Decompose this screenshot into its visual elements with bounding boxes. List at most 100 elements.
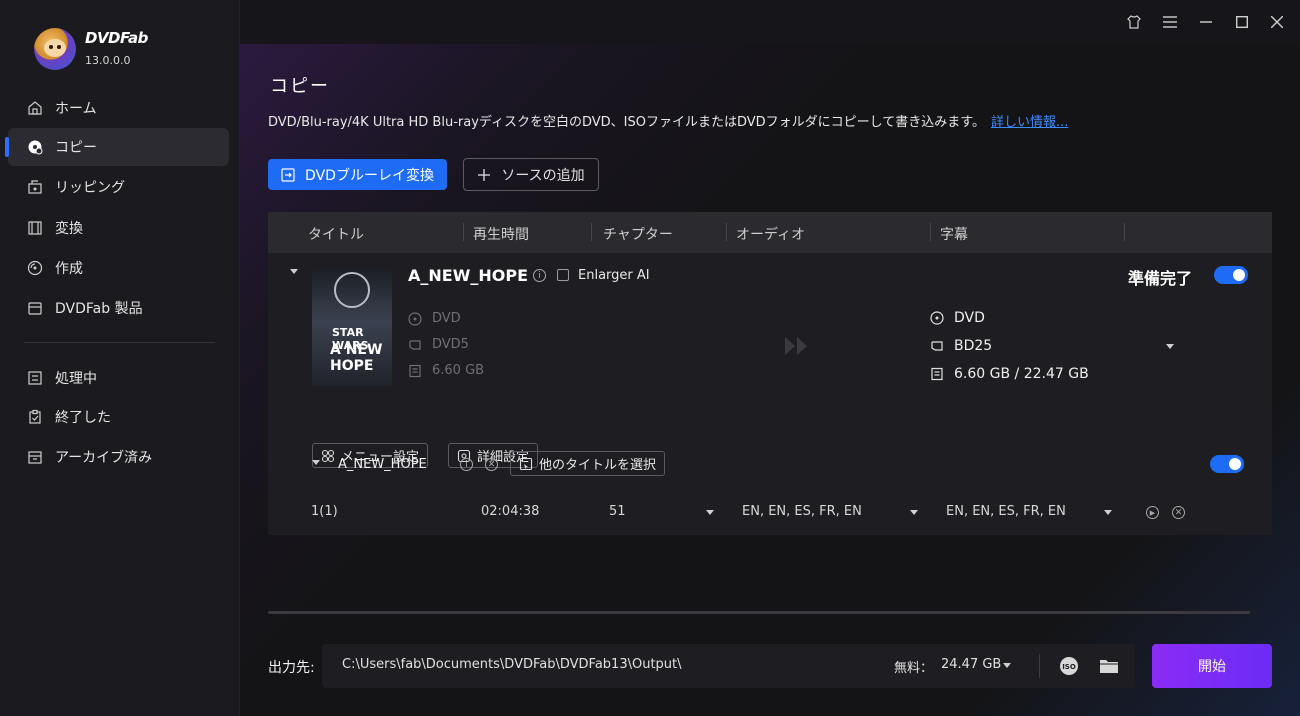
button-label: 他のタイトルを選択	[539, 458, 657, 473]
skin-icon[interactable]	[1125, 13, 1143, 31]
start-button[interactable]: 開始	[1152, 644, 1272, 688]
target-size-value: 6.60 GB / 22.47 GB	[954, 366, 1089, 382]
disc-enable-toggle[interactable]	[1214, 266, 1248, 284]
source-size-value: 6.60 GB	[432, 363, 485, 378]
sidebar-item-create[interactable]: 作成	[8, 249, 229, 287]
page-description: DVD/Blu-ray/4K Ultra HD Blu-rayディスクを空白のD…	[268, 111, 1068, 130]
play-icon[interactable]: ▶	[1146, 506, 1159, 519]
disc-cover-image: STAR WARS A NEW HOPE	[312, 268, 392, 386]
size-icon	[930, 367, 944, 381]
source-type: DVD5	[408, 337, 469, 352]
menu-icon[interactable]	[1161, 13, 1179, 31]
column-header-chapters: チャプター	[603, 227, 673, 243]
remove-title-icon[interactable]: ✕	[485, 458, 498, 471]
table-header: タイトル 再生時間 チャプター オーディオ 字幕	[268, 212, 1272, 253]
output-label: 出力先:	[268, 660, 315, 676]
disc-title: A_NEW_HOPE	[408, 266, 528, 285]
chevron-down-icon	[706, 510, 714, 515]
add-source-button[interactable]: ソースの追加	[463, 158, 599, 191]
column-header-audio: オーディオ	[736, 227, 806, 243]
maximize-icon[interactable]	[1233, 13, 1251, 31]
brand-name: DVDFab	[85, 29, 148, 47]
home-icon	[27, 100, 43, 116]
free-space-label: 無料：	[894, 661, 934, 676]
products-icon	[27, 300, 43, 316]
column-header-duration: 再生時間	[473, 227, 529, 243]
sidebar-item-label: 処理中	[55, 371, 97, 387]
source-type-value: DVD5	[432, 337, 469, 352]
column-divider	[463, 223, 464, 241]
sidebar-item-convert[interactable]: 変換	[8, 209, 229, 247]
page-title: コピー	[270, 76, 330, 97]
output-path: C:\Users\fab\Documents\DVDFab\DVDFab13\O…	[342, 657, 682, 672]
more-info-link[interactable]: 詳しい情報...	[991, 115, 1068, 130]
archive-icon	[27, 449, 43, 465]
column-header-title: タイトル	[308, 227, 364, 243]
collapse-disc-toggle[interactable]	[290, 269, 298, 274]
select-other-title-button[interactable]: 他のタイトルを選択	[510, 451, 666, 476]
info-icon[interactable]: i	[533, 269, 546, 282]
disc-type-icon	[408, 338, 422, 352]
sidebar-item-processing[interactable]: 処理中	[8, 359, 229, 397]
svg-text:ISO: ISO	[1062, 663, 1076, 671]
sidebar-divider	[24, 342, 215, 343]
output-divider	[1039, 654, 1040, 678]
target-size: 6.60 GB / 22.47 GB	[930, 366, 1089, 382]
target-format-value: DVD	[954, 310, 985, 326]
size-icon	[408, 364, 422, 378]
sidebar-item-label: ホーム	[55, 101, 97, 117]
target-type-select[interactable]: BD25	[930, 338, 1174, 354]
sidebar-item-home[interactable]: ホーム	[8, 89, 229, 127]
sidebar-item-products[interactable]: DVDFab 製品	[8, 289, 229, 327]
sidebar-item-archived[interactable]: アーカイブ済み	[8, 438, 229, 476]
enlarger-ai-checkbox[interactable]	[557, 269, 569, 281]
folder-icon[interactable]	[1099, 657, 1119, 679]
source-format-value: DVD	[432, 311, 461, 326]
sidebar: DVDFab 13.0.0.0 ホーム コピー リッピング 変換 作成 DVDF…	[0, 0, 240, 716]
sidebar-item-label: DVDFab 製品	[55, 301, 143, 317]
column-divider	[930, 223, 931, 241]
dvd-bluray-convert-button[interactable]: DVDブルーレイ変換	[268, 159, 447, 190]
audio-select[interactable]: EN, EN, ES, FR, EN	[742, 504, 918, 519]
row-title-number: 1(1)	[311, 504, 338, 519]
sidebar-item-finished[interactable]: 終了した	[8, 398, 229, 436]
iso-output-icon[interactable]: ISO	[1059, 656, 1079, 680]
convert-arrow-icon	[783, 335, 823, 361]
plus-icon	[477, 168, 491, 182]
sidebar-item-ripping[interactable]: リッピング	[8, 168, 229, 206]
convert-icon	[281, 167, 295, 182]
cover-text-large: A NEW HOPE	[330, 342, 383, 374]
source-format: DVD	[408, 311, 461, 326]
title-enable-toggle[interactable]	[1210, 455, 1244, 473]
select-title-icon	[519, 457, 533, 471]
chapters-select[interactable]: 51	[609, 504, 714, 519]
subtitles-select[interactable]: EN, EN, ES, FR, EN	[946, 504, 1112, 519]
close-icon[interactable]	[1268, 13, 1286, 31]
target-format: DVD	[930, 310, 985, 326]
chevron-down-icon[interactable]	[1003, 663, 1011, 668]
column-header-subtitles: 字幕	[940, 227, 968, 243]
status-badge: 準備完了	[1128, 269, 1193, 288]
minimize-icon[interactable]	[1197, 13, 1215, 31]
cover-emblem	[334, 272, 370, 308]
title-name: A_NEW_HOPE	[338, 457, 427, 472]
info-icon[interactable]: i	[460, 458, 473, 471]
main-content: コピー DVD/Blu-ray/4K Ultra HD Blu-rayディスクを…	[240, 44, 1300, 716]
sidebar-item-label: アーカイブ済み	[55, 450, 153, 466]
collapse-title-toggle[interactable]	[312, 460, 320, 465]
free-space-value: 24.47 GB	[941, 657, 1002, 672]
output-path-box[interactable]: C:\Users\fab\Documents\DVDFab\DVDFab13\O…	[322, 644, 1135, 688]
remove-row-icon[interactable]: ✕	[1172, 506, 1185, 519]
target-type-value: BD25	[954, 338, 993, 354]
create-disc-icon	[27, 260, 43, 276]
app-logo	[34, 28, 76, 70]
sidebar-item-copy[interactable]: コピー	[5, 128, 229, 166]
row-duration: 02:04:38	[481, 504, 540, 519]
disc-copy-icon	[27, 139, 43, 155]
app-version: 13.0.0.0	[85, 54, 131, 67]
queue-icon	[27, 370, 43, 386]
progress-track	[268, 611, 1250, 614]
chevron-down-icon	[1104, 510, 1112, 515]
iso-icon	[408, 311, 422, 326]
iso-icon	[930, 311, 944, 325]
